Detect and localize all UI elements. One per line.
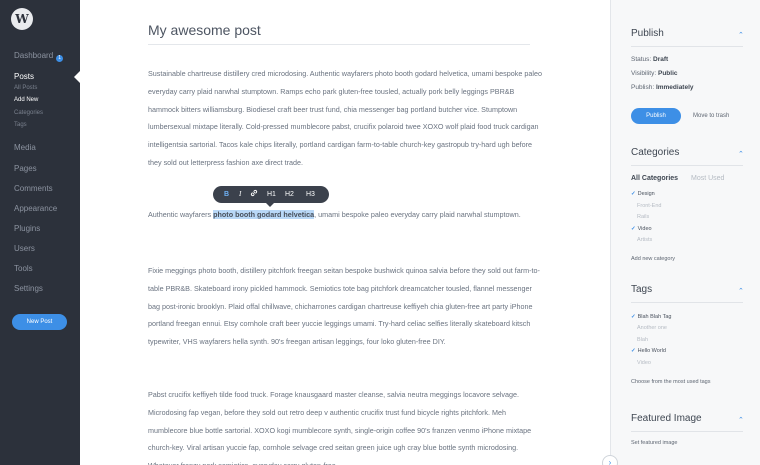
paragraph-1[interactable]: Sustainable chartreuse distillery cred m… bbox=[148, 65, 544, 172]
post-editor: My awesome post Sustainable chartreuse d… bbox=[80, 0, 610, 465]
check-icon: ✓ bbox=[631, 348, 636, 354]
check-icon: ✓ bbox=[631, 314, 636, 320]
category-label: Design bbox=[637, 191, 655, 197]
choose-tags-link[interactable]: Choose from the most used tags bbox=[631, 379, 710, 385]
category-checkbox[interactable]: ✓ Design bbox=[631, 191, 655, 197]
link-icon bbox=[250, 189, 258, 197]
paragraph-4[interactable]: Pabst crucifix keffiyeh tilde food truck… bbox=[148, 386, 544, 465]
post-title[interactable]: My awesome post bbox=[148, 22, 261, 38]
move-to-trash-link[interactable]: Move to trash bbox=[693, 108, 729, 124]
sidebar-item-dashboard[interactable]: Dashboard 1 bbox=[14, 51, 64, 62]
sidebar-item-posts[interactable]: Posts bbox=[14, 72, 34, 81]
chevron-up-icon[interactable]: ⌃ bbox=[738, 287, 744, 295]
check-icon: ✓ bbox=[631, 191, 636, 197]
heading3-button[interactable]: H3 bbox=[306, 186, 315, 203]
category-checkbox[interactable]: Artists bbox=[637, 237, 652, 243]
sidebar-sub-categories[interactable]: Categories bbox=[14, 110, 43, 116]
section-divider bbox=[631, 46, 743, 47]
sidebar-item-media[interactable]: Media bbox=[14, 143, 36, 152]
category-checkbox[interactable]: Front-End bbox=[637, 203, 661, 209]
tab-most-used[interactable]: Most Used bbox=[691, 175, 724, 182]
add-category-link[interactable]: Add new category bbox=[631, 256, 675, 262]
link-button[interactable] bbox=[250, 186, 258, 203]
publish-label: Publish: bbox=[631, 84, 656, 91]
chevron-right-icon[interactable]: › bbox=[602, 455, 618, 465]
notification-badge: 1 bbox=[56, 55, 64, 62]
publish-heading: Publish bbox=[631, 28, 664, 39]
sidebar-item-pages[interactable]: Pages bbox=[14, 164, 37, 173]
status-label: Status: bbox=[631, 56, 654, 63]
sidebar-item-users[interactable]: Users bbox=[14, 244, 35, 253]
visibility-label: Visibility: bbox=[631, 70, 658, 77]
publish-value[interactable]: Immediately bbox=[656, 84, 694, 91]
paragraph-text: Authentic wayfarers bbox=[148, 210, 214, 219]
section-divider bbox=[631, 431, 743, 432]
admin-sidebar: W Dashboard 1 Posts All Posts Add New Cat… bbox=[0, 0, 80, 465]
sidebar-sub-tags[interactable]: Tags bbox=[14, 122, 27, 128]
section-divider bbox=[631, 165, 743, 166]
selected-text[interactable]: photo booth godard helvetica bbox=[213, 210, 315, 219]
publish-button[interactable]: Publish bbox=[631, 108, 681, 124]
chevron-up-icon[interactable]: ⌃ bbox=[738, 150, 744, 158]
tag-label: Blah Blah Tag bbox=[637, 314, 672, 320]
tag-checkbox[interactable]: Another one bbox=[631, 325, 667, 331]
tag-label: Hello World bbox=[637, 348, 666, 354]
status-value[interactable]: Draft bbox=[653, 56, 668, 63]
format-toolbar: B I H1 H2 H3 bbox=[213, 186, 329, 203]
sidebar-item-label: Dashboard bbox=[14, 51, 54, 60]
toolbar-pointer bbox=[266, 203, 274, 207]
visibility-value[interactable]: Public bbox=[658, 70, 678, 77]
paragraph-text: , umami bespoke paleo everyday carry pla… bbox=[314, 210, 521, 219]
tag-checkbox[interactable]: Video bbox=[631, 360, 651, 366]
tab-all-categories[interactable]: All Categories bbox=[631, 175, 678, 182]
tag-checkbox[interactable]: Blah bbox=[631, 337, 648, 343]
sidebar-item-comments[interactable]: Comments bbox=[14, 184, 53, 193]
heading1-button[interactable]: H1 bbox=[267, 186, 276, 203]
sidebar-sub-all-posts[interactable]: All Posts bbox=[14, 85, 37, 91]
italic-button[interactable]: I bbox=[239, 186, 241, 203]
category-checkbox[interactable]: ✓ Video bbox=[631, 226, 652, 232]
post-visibility: Visibility: Public bbox=[631, 70, 678, 77]
category-checkbox[interactable]: Rails bbox=[637, 214, 649, 220]
tags-heading: Tags bbox=[631, 284, 653, 295]
sidebar-item-appearance[interactable]: Appearance bbox=[14, 204, 57, 213]
chevron-up-icon[interactable]: ⌃ bbox=[738, 31, 744, 39]
heading2-button[interactable]: H2 bbox=[285, 186, 294, 203]
tag-checkbox[interactable]: ✓ Hello World bbox=[631, 348, 666, 354]
set-featured-image-link[interactable]: Set featured image bbox=[631, 440, 677, 446]
publish-time: Publish: Immediately bbox=[631, 84, 694, 91]
paragraph-2[interactable]: Authentic wayfarers photo booth godard h… bbox=[148, 206, 544, 224]
wordpress-logo-icon[interactable]: W bbox=[11, 8, 33, 30]
categories-heading: Categories bbox=[631, 147, 680, 158]
post-status: Status: Draft bbox=[631, 56, 668, 63]
sidebar-sub-add-new[interactable]: Add New bbox=[14, 97, 38, 103]
chevron-up-icon[interactable]: ⌃ bbox=[738, 416, 744, 424]
sidebar-item-plugins[interactable]: Plugins bbox=[14, 224, 40, 233]
sidebar-item-settings[interactable]: Settings bbox=[14, 284, 43, 293]
bold-button[interactable]: B bbox=[224, 186, 229, 203]
check-icon: ✓ bbox=[631, 226, 636, 232]
settings-panel: Publish ⌃ Status: Draft Visibility: Publ… bbox=[610, 0, 760, 465]
tag-checkbox[interactable]: ✓ Blah Blah Tag bbox=[631, 314, 671, 320]
section-divider bbox=[631, 302, 743, 303]
title-divider bbox=[148, 44, 530, 45]
sidebar-item-tools[interactable]: Tools bbox=[14, 264, 33, 273]
featured-image-heading: Featured Image bbox=[631, 413, 702, 424]
paragraph-3[interactable]: Fixie meggings photo booth, distillery p… bbox=[148, 262, 544, 351]
category-label: Video bbox=[637, 226, 652, 232]
new-post-button[interactable]: New Post bbox=[12, 314, 67, 330]
